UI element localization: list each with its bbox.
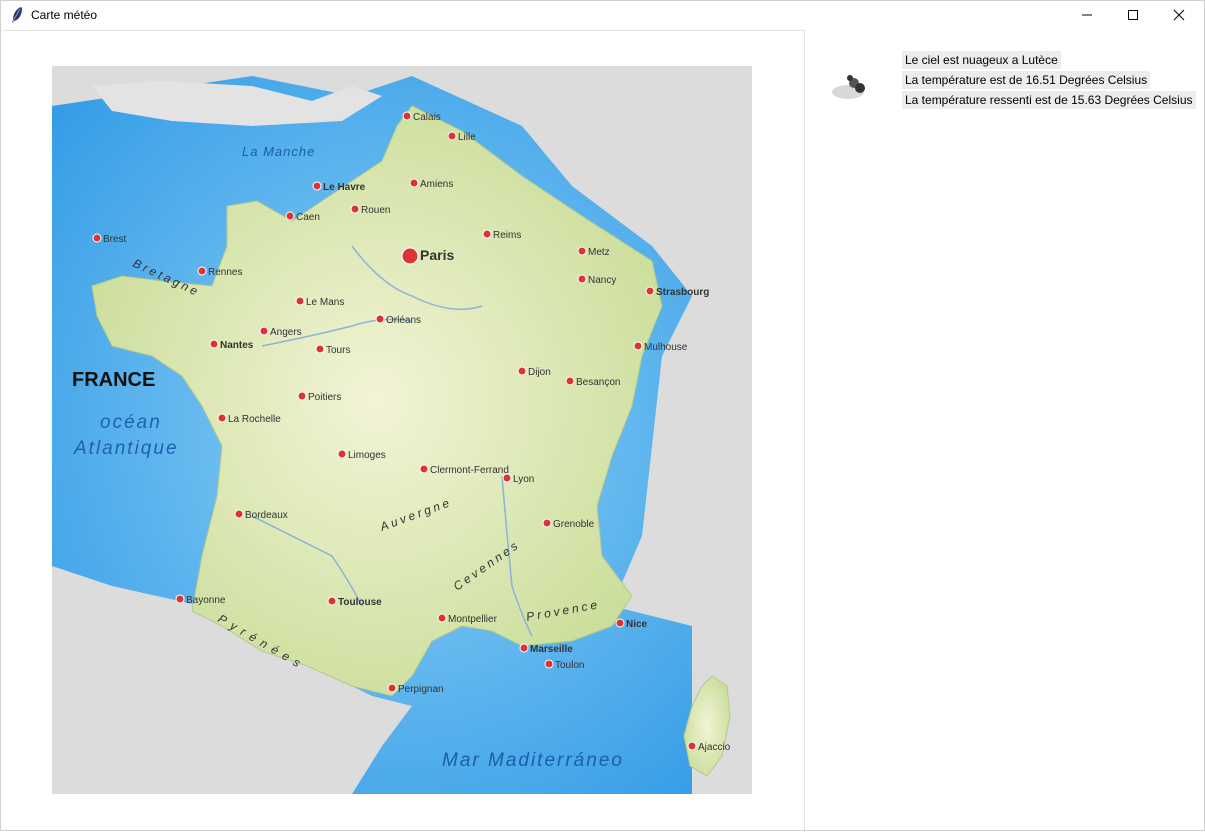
city-marker-toulouse <box>327 596 337 606</box>
city-label-amiens: Amiens <box>420 179 453 190</box>
city-label-paris: Paris <box>420 247 454 263</box>
city-marker-orl-ans <box>375 314 385 324</box>
city-label-bordeaux: Bordeaux <box>245 510 288 521</box>
city-marker-toulon <box>544 659 554 669</box>
city-label-clermont-ferrand: Clermont-Ferrand <box>430 465 509 476</box>
city-marker-montpellier <box>437 613 447 623</box>
city-label-mulhouse: Mulhouse <box>644 342 688 353</box>
city-label-bayonne: Bayonne <box>186 595 226 606</box>
city-label-caen: Caen <box>296 212 320 223</box>
city-label-perpignan: Perpignan <box>398 684 444 695</box>
city-marker-mulhouse <box>633 341 643 351</box>
manche-label: La Manche <box>242 144 315 159</box>
city-label-marseille: Marseille <box>530 644 573 655</box>
city-marker-calais <box>402 111 412 121</box>
city-label-nantes: Nantes <box>220 340 254 351</box>
city-marker-bayonne <box>175 594 185 604</box>
city-marker-nantes <box>209 339 219 349</box>
city-marker-angers <box>259 326 269 336</box>
city-label-metz: Metz <box>588 247 610 258</box>
france-map-image: FRANCE océan Atlantique Mar Maditerráneo… <box>52 66 752 794</box>
city-label-rouen: Rouen <box>361 205 390 216</box>
maximize-button[interactable] <box>1110 0 1156 30</box>
city-marker-perpignan <box>387 683 397 693</box>
city-label-la-rochelle: La Rochelle <box>228 414 281 425</box>
city-label-strasbourg: Strasbourg <box>656 287 709 298</box>
city-label-le-mans: Le Mans <box>306 297 344 308</box>
city-marker-nancy <box>577 274 587 284</box>
city-marker-dijon <box>517 366 527 376</box>
window-title: Carte météo <box>31 8 98 22</box>
city-marker-poitiers <box>297 391 307 401</box>
city-label-calais: Calais <box>413 112 441 123</box>
country-label: FRANCE <box>72 369 155 391</box>
city-label-reims: Reims <box>493 230 521 241</box>
city-label-dijon: Dijon <box>528 367 551 378</box>
city-label-poitiers: Poitiers <box>308 392 341 403</box>
city-marker-besan-on <box>565 376 575 386</box>
city-marker-brest <box>92 233 102 243</box>
sky-condition-text: Le ciel est nuageux a Lutèce <box>902 51 1061 69</box>
city-marker-lille <box>447 131 457 141</box>
city-marker-clermont-ferrand <box>419 464 429 474</box>
ocean-label-1: océan <box>100 412 162 433</box>
sea-label: Mar Maditerráneo <box>442 750 624 771</box>
city-label-limoges: Limoges <box>348 450 386 461</box>
ocean-label-2: Atlantique <box>73 438 179 459</box>
city-label-le-havre: Le Havre <box>323 182 366 193</box>
minimize-button[interactable] <box>1064 0 1110 30</box>
city-marker-amiens <box>409 178 419 188</box>
city-label-nice: Nice <box>626 619 648 630</box>
city-marker-caen <box>285 211 295 221</box>
city-marker-bordeaux <box>234 509 244 519</box>
title-bar: Carte météo <box>0 0 1205 30</box>
maximize-icon <box>1128 10 1138 20</box>
city-marker-la-rochelle <box>217 413 227 423</box>
city-marker-le-havre <box>312 181 322 191</box>
city-label-angers: Angers <box>270 327 302 338</box>
city-marker-grenoble <box>542 518 552 528</box>
city-label-nancy: Nancy <box>588 275 616 286</box>
city-label-grenoble: Grenoble <box>553 519 595 530</box>
city-marker-strasbourg <box>645 286 655 296</box>
city-label-toulouse: Toulouse <box>338 597 382 608</box>
city-label-rennes: Rennes <box>208 267 242 278</box>
city-label-brest: Brest <box>103 234 127 245</box>
city-marker-le-mans <box>295 296 305 306</box>
temperature-text: La température est de 16.51 Degrées Cels… <box>902 71 1151 89</box>
city-marker-tours <box>315 344 325 354</box>
city-marker-rennes <box>197 266 207 276</box>
minimize-icon <box>1082 14 1092 16</box>
city-marker-nice <box>615 618 625 628</box>
city-label-besan-on: Besançon <box>576 377 620 388</box>
city-label-toulon: Toulon <box>555 660 584 671</box>
city-marker-limoges <box>337 449 347 459</box>
city-label-montpellier: Montpellier <box>448 614 498 625</box>
city-marker-paris <box>401 247 419 265</box>
city-label-orl-ans: Orléans <box>386 315 421 326</box>
city-label-lille: Lille <box>458 132 476 143</box>
feels-like-text: La température ressenti est de 15.63 Deg… <box>902 91 1196 109</box>
close-button[interactable] <box>1156 0 1202 30</box>
france-map: FRANCE océan Atlantique Mar Maditerráneo… <box>52 66 752 794</box>
cloud-icon <box>832 75 865 99</box>
city-marker-metz <box>577 246 587 256</box>
city-label-tours: Tours <box>326 345 350 356</box>
feather-icon <box>12 7 22 23</box>
city-marker-rouen <box>350 204 360 214</box>
city-label-ajaccio: Ajaccio <box>698 742 731 753</box>
city-marker-ajaccio <box>687 741 697 751</box>
city-marker-reims <box>482 229 492 239</box>
city-marker-marseille <box>519 643 529 653</box>
city-label-lyon: Lyon <box>513 474 534 485</box>
close-icon <box>1173 9 1185 21</box>
